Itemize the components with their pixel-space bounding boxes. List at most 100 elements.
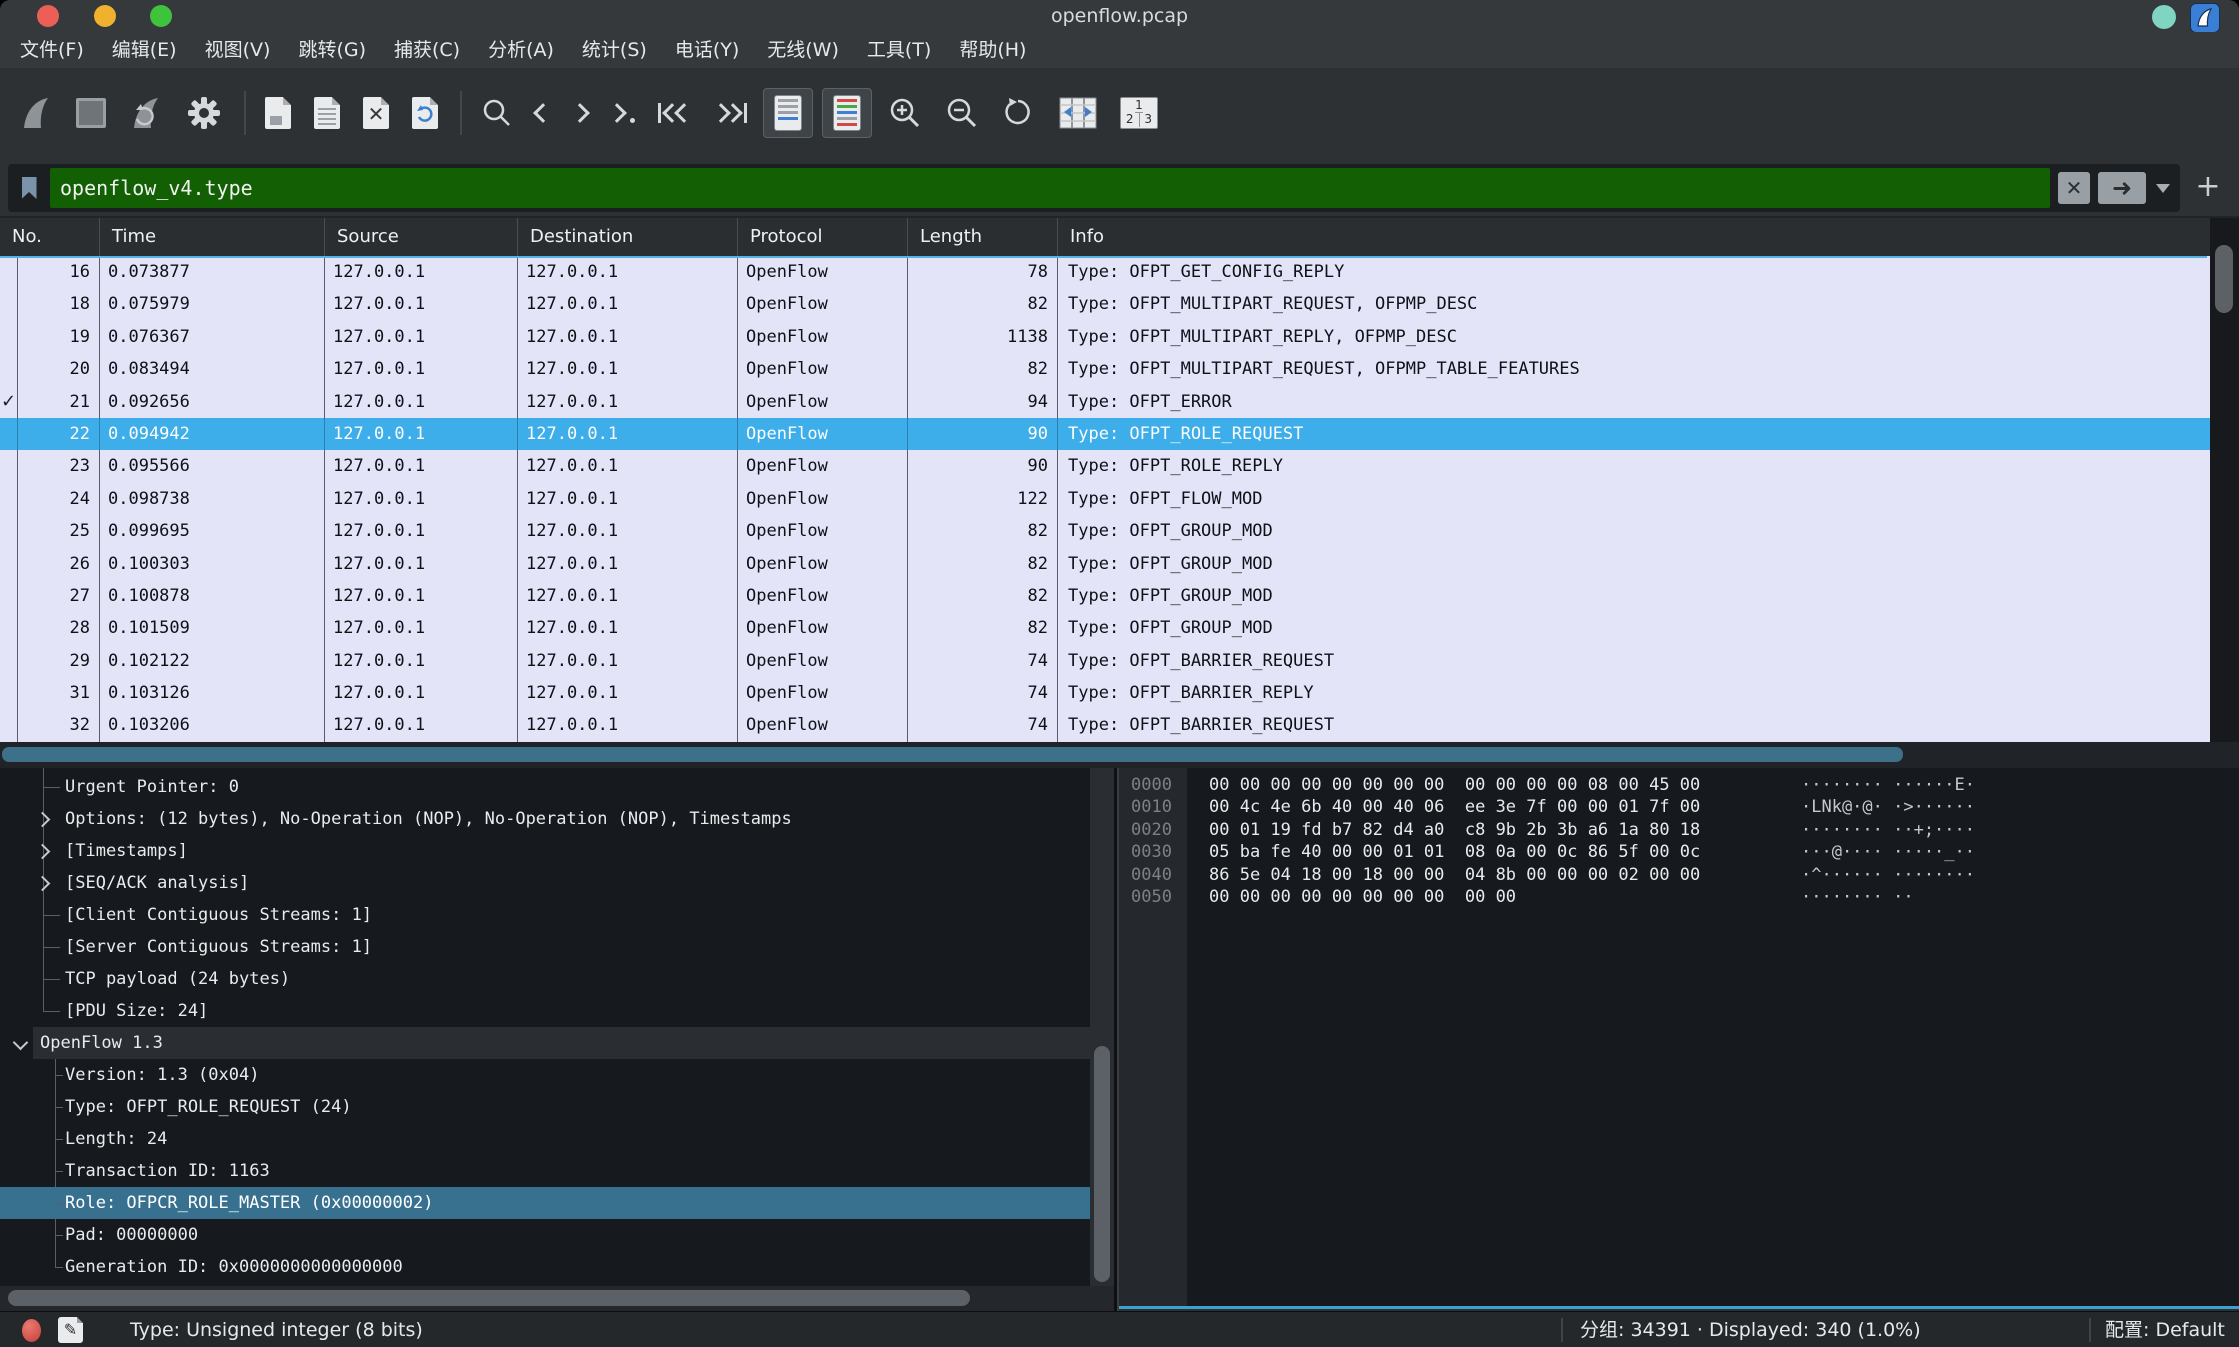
detail-row[interactable]: Type: OFPT_ROLE_REQUEST (24) bbox=[0, 1091, 1090, 1123]
profile-selector[interactable]: 配置: Default bbox=[2105, 1312, 2225, 1347]
zoom-reset-button[interactable] bbox=[995, 90, 1043, 136]
go-first-button[interactable] bbox=[651, 90, 698, 136]
menu-view[interactable]: 视图(V) bbox=[191, 32, 285, 68]
hex-row[interactable]: 004086 5e 04 18 00 18 00 00 04 8b 00 00 … bbox=[1119, 864, 2239, 886]
packet-row-marked[interactable]: 210.092656127.0.0.1127.0.0.1OpenFlow94Ty… bbox=[0, 386, 2210, 418]
menu-edit[interactable]: 编辑(E) bbox=[98, 32, 191, 68]
detail-row-expandable[interactable]: Options: (12 bytes), No-Operation (NOP),… bbox=[0, 803, 1090, 835]
scrollbar-thumb[interactable] bbox=[8, 1290, 970, 1306]
packet-row[interactable]: 260.100303127.0.0.1127.0.0.1OpenFlow82Ty… bbox=[0, 548, 2210, 580]
capture-start-button[interactable] bbox=[12, 90, 60, 136]
packet-list-horizontal-scrollbar[interactable] bbox=[0, 742, 2239, 768]
capture-stop-button[interactable] bbox=[69, 90, 113, 136]
find-packet-button[interactable] bbox=[474, 90, 520, 136]
column-header-time[interactable]: Time bbox=[100, 218, 325, 256]
packet-list-vertical-scrollbar[interactable] bbox=[2210, 218, 2239, 742]
filter-add-button[interactable]: + bbox=[2192, 172, 2224, 204]
packet-row[interactable]: 310.103126127.0.0.1127.0.0.1OpenFlow74Ty… bbox=[0, 677, 2210, 709]
close-file-button[interactable]: ✕ bbox=[356, 90, 396, 136]
packet-row[interactable]: 200.083494127.0.0.1127.0.0.1OpenFlow82Ty… bbox=[0, 353, 2210, 385]
reload-file-button[interactable] bbox=[405, 90, 445, 136]
chevron-right-icon[interactable] bbox=[35, 812, 51, 828]
auto-scroll-toggle[interactable] bbox=[763, 88, 813, 138]
column-header-length[interactable]: Length bbox=[908, 218, 1058, 256]
layout-columns-button[interactable]: 1 23 bbox=[1113, 90, 1165, 136]
save-file-button[interactable] bbox=[307, 90, 347, 136]
capture-comment-icon[interactable]: ✎ bbox=[58, 1317, 83, 1343]
packet-row[interactable]: 190.076367127.0.0.1127.0.0.1OpenFlow1138… bbox=[0, 321, 2210, 353]
menu-help[interactable]: 帮助(H) bbox=[945, 32, 1040, 68]
tray-status-icon[interactable] bbox=[2152, 5, 2176, 29]
detail-row-expandable[interactable]: [Timestamps] bbox=[0, 835, 1090, 867]
detail-row[interactable]: [Client Contiguous Streams: 1] bbox=[0, 899, 1090, 931]
detail-row[interactable]: [PDU Size: 24] bbox=[0, 995, 1090, 1027]
menu-tools[interactable]: 工具(T) bbox=[853, 32, 945, 68]
colorize-toggle[interactable] bbox=[822, 88, 872, 138]
scrollbar-thumb[interactable] bbox=[2, 747, 1903, 762]
filter-apply-button[interactable]: ➜ bbox=[2098, 172, 2146, 204]
go-forward-button[interactable] bbox=[566, 90, 594, 136]
filter-bookmark-button[interactable] bbox=[8, 164, 50, 212]
menu-statistics[interactable]: 统计(S) bbox=[568, 32, 661, 68]
scrollbar-thumb[interactable] bbox=[2215, 245, 2233, 313]
scrollbar-thumb[interactable] bbox=[1094, 1046, 1110, 1282]
packet-row[interactable]: 240.098738127.0.0.1127.0.0.1OpenFlow122T… bbox=[0, 483, 2210, 515]
hex-row[interactable]: 002000 01 19 fd b7 82 d4 a0 c8 9b 2b 3b … bbox=[1119, 819, 2239, 841]
menu-capture[interactable]: 捕获(C) bbox=[380, 32, 474, 68]
chevron-right-icon[interactable] bbox=[35, 876, 51, 892]
display-filter-input[interactable]: openflow_v4.type bbox=[50, 168, 2050, 208]
detail-row[interactable]: Transaction ID: 1163 bbox=[0, 1155, 1090, 1187]
detail-row-expandable[interactable]: [SEQ/ACK analysis] bbox=[0, 867, 1090, 899]
detail-row[interactable]: Urgent Pointer: 0 bbox=[0, 771, 1090, 803]
packet-row[interactable]: 270.100878127.0.0.1127.0.0.1OpenFlow82Ty… bbox=[0, 580, 2210, 612]
zoom-out-button[interactable] bbox=[938, 90, 986, 136]
packet-row[interactable]: 320.103206127.0.0.1127.0.0.1OpenFlow74Ty… bbox=[0, 709, 2210, 741]
packet-row[interactable]: 160.073877127.0.0.1127.0.0.1OpenFlow78Ty… bbox=[0, 256, 2210, 288]
column-header-source[interactable]: Source bbox=[325, 218, 518, 256]
chevron-down-icon[interactable] bbox=[13, 1035, 29, 1051]
menu-telephony[interactable]: 电话(Y) bbox=[661, 32, 753, 68]
open-file-button[interactable] bbox=[258, 90, 298, 136]
expert-info-icon[interactable] bbox=[22, 1319, 41, 1342]
detail-row[interactable]: Version: 1.3 (0x04) bbox=[0, 1059, 1090, 1091]
packet-row[interactable]: 280.101509127.0.0.1127.0.0.1OpenFlow82Ty… bbox=[0, 612, 2210, 644]
packet-row[interactable]: 180.075979127.0.0.1127.0.0.1OpenFlow82Ty… bbox=[0, 288, 2210, 320]
shark-fin-restart-icon bbox=[129, 95, 163, 131]
hex-row[interactable]: 003005 ba fe 40 00 00 01 01 08 0a 00 0c … bbox=[1119, 841, 2239, 863]
menu-analyze[interactable]: 分析(A) bbox=[474, 32, 568, 68]
detail-row-selected[interactable]: Role: OFPCR_ROLE_MASTER (0x00000002) bbox=[0, 1187, 1090, 1219]
zoom-in-button[interactable] bbox=[881, 90, 929, 136]
detail-row[interactable]: Generation ID: 0x0000000000000000 bbox=[0, 1251, 1090, 1283]
packet-row[interactable]: 290.102122127.0.0.1127.0.0.1OpenFlow74Ty… bbox=[0, 645, 2210, 677]
column-header-protocol[interactable]: Protocol bbox=[738, 218, 908, 256]
hex-row[interactable]: 005000 00 00 00 00 00 00 00 00 00·······… bbox=[1119, 886, 2239, 908]
menu-go[interactable]: 跳转(G) bbox=[284, 32, 380, 68]
packet-row-selected[interactable]: 220.094942127.0.0.1127.0.0.1OpenFlow90Ty… bbox=[0, 418, 2210, 450]
capture-restart-button[interactable] bbox=[122, 90, 170, 136]
menu-wireless[interactable]: 无线(W) bbox=[753, 32, 853, 68]
detail-row[interactable]: TCP payload (24 bytes) bbox=[0, 963, 1090, 995]
detail-row-protocol-openflow[interactable]: OpenFlow 1.3 bbox=[0, 1027, 1090, 1059]
detail-row[interactable]: Pad: 00000000 bbox=[0, 1219, 1090, 1251]
go-to-packet-button[interactable] bbox=[603, 90, 642, 136]
column-header-info[interactable]: Info bbox=[1058, 218, 2239, 256]
capture-options-button[interactable] bbox=[179, 90, 229, 136]
chevron-right-icon[interactable] bbox=[35, 844, 51, 860]
hex-row[interactable]: 000000 00 00 00 00 00 00 00 00 00 00 00 … bbox=[1119, 774, 2239, 796]
hex-row[interactable]: 001000 4c 4e 6b 40 00 40 06 ee 3e 7f 00 … bbox=[1119, 796, 2239, 818]
go-back-button[interactable] bbox=[529, 90, 557, 136]
column-header-no[interactable]: No. bbox=[0, 218, 100, 256]
go-last-button[interactable] bbox=[707, 90, 754, 136]
resize-columns-button[interactable] bbox=[1052, 90, 1104, 136]
column-header-destination[interactable]: Destination bbox=[518, 218, 738, 256]
filter-dropdown-caret[interactable] bbox=[2156, 184, 2170, 193]
filter-clear-button[interactable]: ✕ bbox=[2058, 172, 2090, 204]
detail-row[interactable]: [Server Contiguous Streams: 1] bbox=[0, 931, 1090, 963]
packet-row[interactable]: 230.095566127.0.0.1127.0.0.1OpenFlow90Ty… bbox=[0, 450, 2210, 482]
packet-row[interactable]: 250.099695127.0.0.1127.0.0.1OpenFlow82Ty… bbox=[0, 515, 2210, 547]
details-horizontal-scrollbar[interactable] bbox=[0, 1286, 1114, 1311]
wireshark-app-icon[interactable] bbox=[2190, 3, 2220, 33]
menu-file[interactable]: 文件(F) bbox=[6, 32, 98, 68]
detail-row[interactable]: Length: 24 bbox=[0, 1123, 1090, 1155]
details-vertical-scrollbar[interactable] bbox=[1090, 768, 1114, 1286]
